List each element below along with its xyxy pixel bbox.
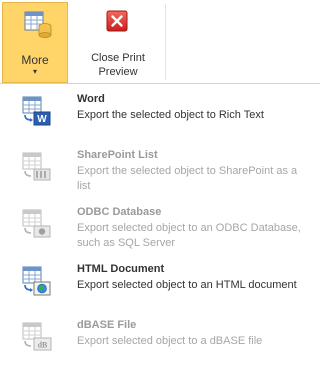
html-document-icon <box>22 266 51 296</box>
table-export-icon <box>24 11 52 38</box>
chevron-down-icon: ▾ <box>32 67 37 76</box>
menu-item-description: Export selected object to an ODBC Databa… <box>77 222 301 249</box>
menu-item-sharepoint-list[interactable]: SharePoint List Export the selected obje… <box>22 148 320 204</box>
svg-text:W: W <box>37 114 47 125</box>
word-export-icon: W <box>22 96 51 126</box>
close-print-preview-label: Close Print Preview <box>91 52 145 78</box>
menu-item-title: HTML Document <box>77 263 165 275</box>
svg-text:dB: dB <box>38 341 48 350</box>
menu-item-description: Export the selected object to Rich Text <box>77 109 264 121</box>
menu-item-html-document[interactable]: HTML Document Export selected object to … <box>22 262 320 318</box>
more-label: More <box>21 53 49 67</box>
menu-item-description: Export selected object to a dBASE file <box>77 335 263 347</box>
ribbon-separator <box>165 4 166 80</box>
ribbon: More ▾ Close Print Preview <box>0 0 320 84</box>
menu-item-dbase-file[interactable]: dB dBASE File Export selected object to … <box>22 318 320 374</box>
menu-item-title: dBASE File <box>77 319 137 331</box>
more-button[interactable]: More ▾ <box>2 2 68 83</box>
sharepoint-list-icon <box>22 152 51 181</box>
close-red-icon <box>106 10 128 32</box>
close-print-preview-button[interactable]: Close Print Preview <box>78 2 158 83</box>
menu-item-description: Export selected object to an HTML docume… <box>77 279 297 291</box>
menu-item-odbc-database[interactable]: ODBC Database Export selected object to … <box>22 205 320 261</box>
menu-item-title: ODBC Database <box>77 206 162 218</box>
menu-item-word[interactable]: W Word Export the selected object to Ric… <box>22 92 320 148</box>
menu-item-title: SharePoint List <box>77 149 158 161</box>
dbase-file-icon: dB <box>22 322 52 351</box>
menu-item-description: Export the selected object to SharePoint… <box>77 165 298 192</box>
export-menu: W Word Export the selected object to Ric… <box>0 84 320 374</box>
odbc-database-icon <box>22 209 51 238</box>
menu-item-title: Word <box>77 93 105 105</box>
